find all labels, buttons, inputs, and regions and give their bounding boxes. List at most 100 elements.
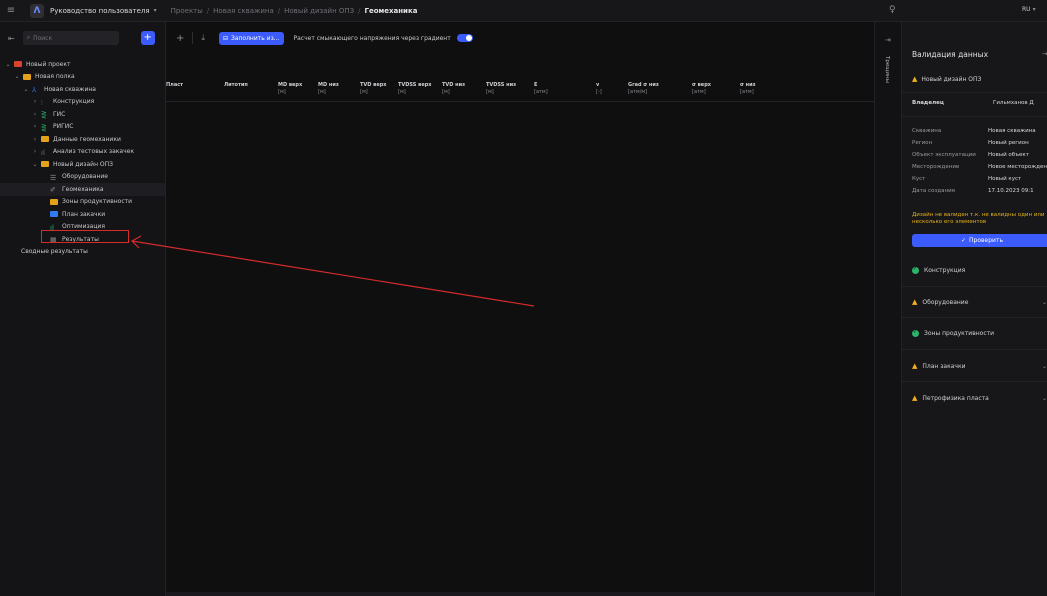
annotation-highlight-box — [41, 230, 129, 243]
fill-from-button[interactable]: ⊟ Заполнить из... — [218, 31, 284, 45]
column-header[interactable]: TVDSS низ [м] — [486, 82, 516, 96]
column-header[interactable]: TVD верх [м] — [360, 82, 387, 96]
tree-item[interactable]: ⌄ ⅄ Новая скважина — [0, 83, 165, 96]
app-logo-icon: Ʌ — [30, 3, 44, 18]
rigis-icon: ⋛ — [41, 123, 47, 132]
validation-section[interactable]: Зоны продуктивности — [912, 329, 994, 337]
column-header[interactable]: Литотип — [224, 82, 248, 89]
column-header[interactable]: MD верх [м] — [278, 82, 302, 96]
column-name: Grad σ низ — [628, 82, 659, 88]
chevron-right-icon[interactable]: › — [31, 98, 39, 105]
search-input[interactable]: ⌕ Поиск — [22, 31, 119, 45]
tree-item-label: Новый дизайн ОПЗ — [53, 160, 113, 168]
tree-item[interactable]: ⌄ Новый проект — [0, 58, 165, 71]
column-name: E — [534, 82, 538, 88]
search-placeholder: Поиск — [33, 34, 53, 42]
tree-item[interactable]: › ıl Анализ тестовых закачек — [0, 146, 165, 159]
tree-item[interactable]: › ⋛ РИГИС — [0, 121, 165, 134]
property-value: Новое месторождение — [988, 164, 1047, 170]
column-header[interactable]: Пласт — [166, 82, 183, 89]
tree-item[interactable]: ⌄ Новая полка — [0, 71, 165, 84]
validation-section[interactable]: ▲ Петрофизика пласта ⌄ — [912, 394, 1047, 402]
column-header[interactable]: v [-] — [596, 82, 602, 96]
chevron-right-icon[interactable]: › — [31, 123, 39, 130]
breadcrumb-well[interactable]: Новая скважина — [213, 7, 274, 15]
chevron-down-icon[interactable]: ⌄ — [4, 61, 12, 68]
collapse-panel-icon[interactable]: ⇤ — [8, 34, 15, 43]
chevron-right-icon[interactable]: › — [31, 148, 39, 155]
project-tree: ⌄ Новый проект ⌄ Новая полка ⌄ ⅄ Новая скважин… — [0, 54, 165, 258]
close-panel-icon[interactable]: → — [1042, 50, 1047, 58]
breadcrumb: Проекты / Новая скважина / Новый дизайн … — [170, 6, 418, 15]
breadcrumb-design[interactable]: Новый дизайн ОПЗ — [284, 7, 354, 15]
validation-section[interactable]: Конструкция — [912, 266, 966, 274]
column-header[interactable]: σ низ [атм] — [740, 82, 756, 96]
validation-warning-text: Дизайн не валиден т.к. не валидны один и… — [912, 212, 1045, 225]
validation-panel: Валидация данных → ▲ Новый дизайн ОПЗ Вл… — [902, 22, 1047, 596]
tree-item-label: Новая полка — [35, 73, 75, 81]
chevron-down-icon[interactable]: ⌄ — [13, 73, 21, 80]
breadcrumb-projects[interactable]: Проекты — [171, 7, 203, 15]
folder-yellow-icon — [23, 73, 31, 80]
property-label: Регион — [912, 140, 933, 146]
chevron-down-icon[interactable]: ⌄ — [31, 161, 39, 168]
column-unit: [м] — [318, 89, 326, 95]
column-header[interactable]: Grad σ низ [атм/м] — [628, 82, 659, 96]
well-icon: ⅄ — [32, 86, 37, 95]
check-button-label: Проверить — [969, 237, 1003, 244]
user-guide-menu[interactable]: Руководство пользователя — [50, 7, 150, 15]
chevron-down-icon[interactable]: ▾ — [154, 7, 157, 14]
chevron-right-icon[interactable]: › — [31, 136, 39, 143]
add-button[interactable]: + — [140, 31, 155, 45]
hamburger-menu-icon[interactable]: ≡ — [0, 5, 22, 16]
column-unit: [м] — [360, 89, 368, 95]
add-row-icon[interactable]: + — [176, 33, 184, 44]
chevron-right-icon[interactable]: › — [31, 111, 39, 118]
folder-yellow-icon — [41, 136, 49, 143]
column-unit: [-] — [596, 89, 602, 95]
lightbulb-icon[interactable]: ♀ — [889, 5, 896, 15]
section-label: Конструкция — [924, 267, 966, 274]
tree-item[interactable]: ✐ Геомеханика — [0, 183, 165, 196]
language-selector[interactable]: RU ▾ — [1022, 6, 1036, 13]
section-label: Оборудование — [922, 298, 969, 306]
chevron-down-icon[interactable]: ⌄ — [1042, 363, 1047, 370]
chevron-down-icon[interactable]: ⌄ — [22, 86, 30, 93]
column-header[interactable]: TVD низ [м] — [442, 82, 465, 96]
validation-section[interactable]: ▲ Оборудование ⌄ — [912, 298, 1047, 306]
column-header[interactable]: E [атм] — [534, 82, 548, 96]
tree-item[interactable]: › Данные геомеханики — [0, 133, 165, 146]
column-header[interactable]: MD низ [м] — [318, 82, 339, 96]
check-circle-icon — [912, 266, 919, 274]
tab-fractures[interactable]: Трещины — [884, 56, 890, 83]
column-unit: [атм] — [692, 89, 706, 95]
tree-item[interactable]: ☰ Оборудование — [0, 171, 165, 184]
column-name: TVD низ — [442, 82, 466, 88]
column-header[interactable]: TVDSS верх [м] — [398, 82, 432, 96]
design-name: Новый дизайн ОПЗ — [921, 75, 982, 83]
folder-red-icon — [14, 61, 22, 68]
tree-item[interactable]: ⌄ Новый дизайн ОПЗ — [0, 158, 165, 171]
chevron-down-icon[interactable]: ⌄ — [1042, 395, 1047, 402]
tree-item[interactable]: Зоны продуктивности — [0, 196, 165, 209]
download-icon[interactable]: ⤓ — [201, 33, 205, 43]
plan-icon — [50, 211, 58, 218]
tree-item[interactable]: › ⋛ ГИС — [0, 108, 165, 121]
table-header: Пласт Литотип MD верх [м] MD низ [м] TVD верх[… — [166, 82, 874, 102]
gis-icon: ⋛ — [41, 111, 47, 120]
bars-icon: ıl — [41, 148, 45, 157]
expand-panel-icon[interactable]: ⇥ — [885, 36, 891, 44]
tree-item[interactable]: › ⦙ Конструкция — [0, 96, 165, 109]
validation-section[interactable]: ▲ План закачки ⌄ — [912, 362, 1047, 370]
tree-item[interactable]: План закачки — [0, 208, 165, 221]
property-value: Новый регион — [988, 140, 1029, 146]
gradient-toggle[interactable] — [456, 34, 473, 42]
tree-item-label: Анализ тестовых закачек — [53, 148, 134, 156]
check-button[interactable]: ✓ Проверить — [912, 234, 1047, 247]
tree-item[interactable]: Сводные результаты — [0, 246, 165, 259]
horizontal-scrollbar[interactable] — [166, 592, 874, 596]
property-row: Куст Новый куст — [912, 176, 1047, 182]
chevron-down-icon[interactable]: ⌄ — [1042, 299, 1047, 306]
column-header[interactable]: σ верх [атм] — [692, 82, 711, 96]
import-icon: ⊟ — [222, 34, 228, 42]
